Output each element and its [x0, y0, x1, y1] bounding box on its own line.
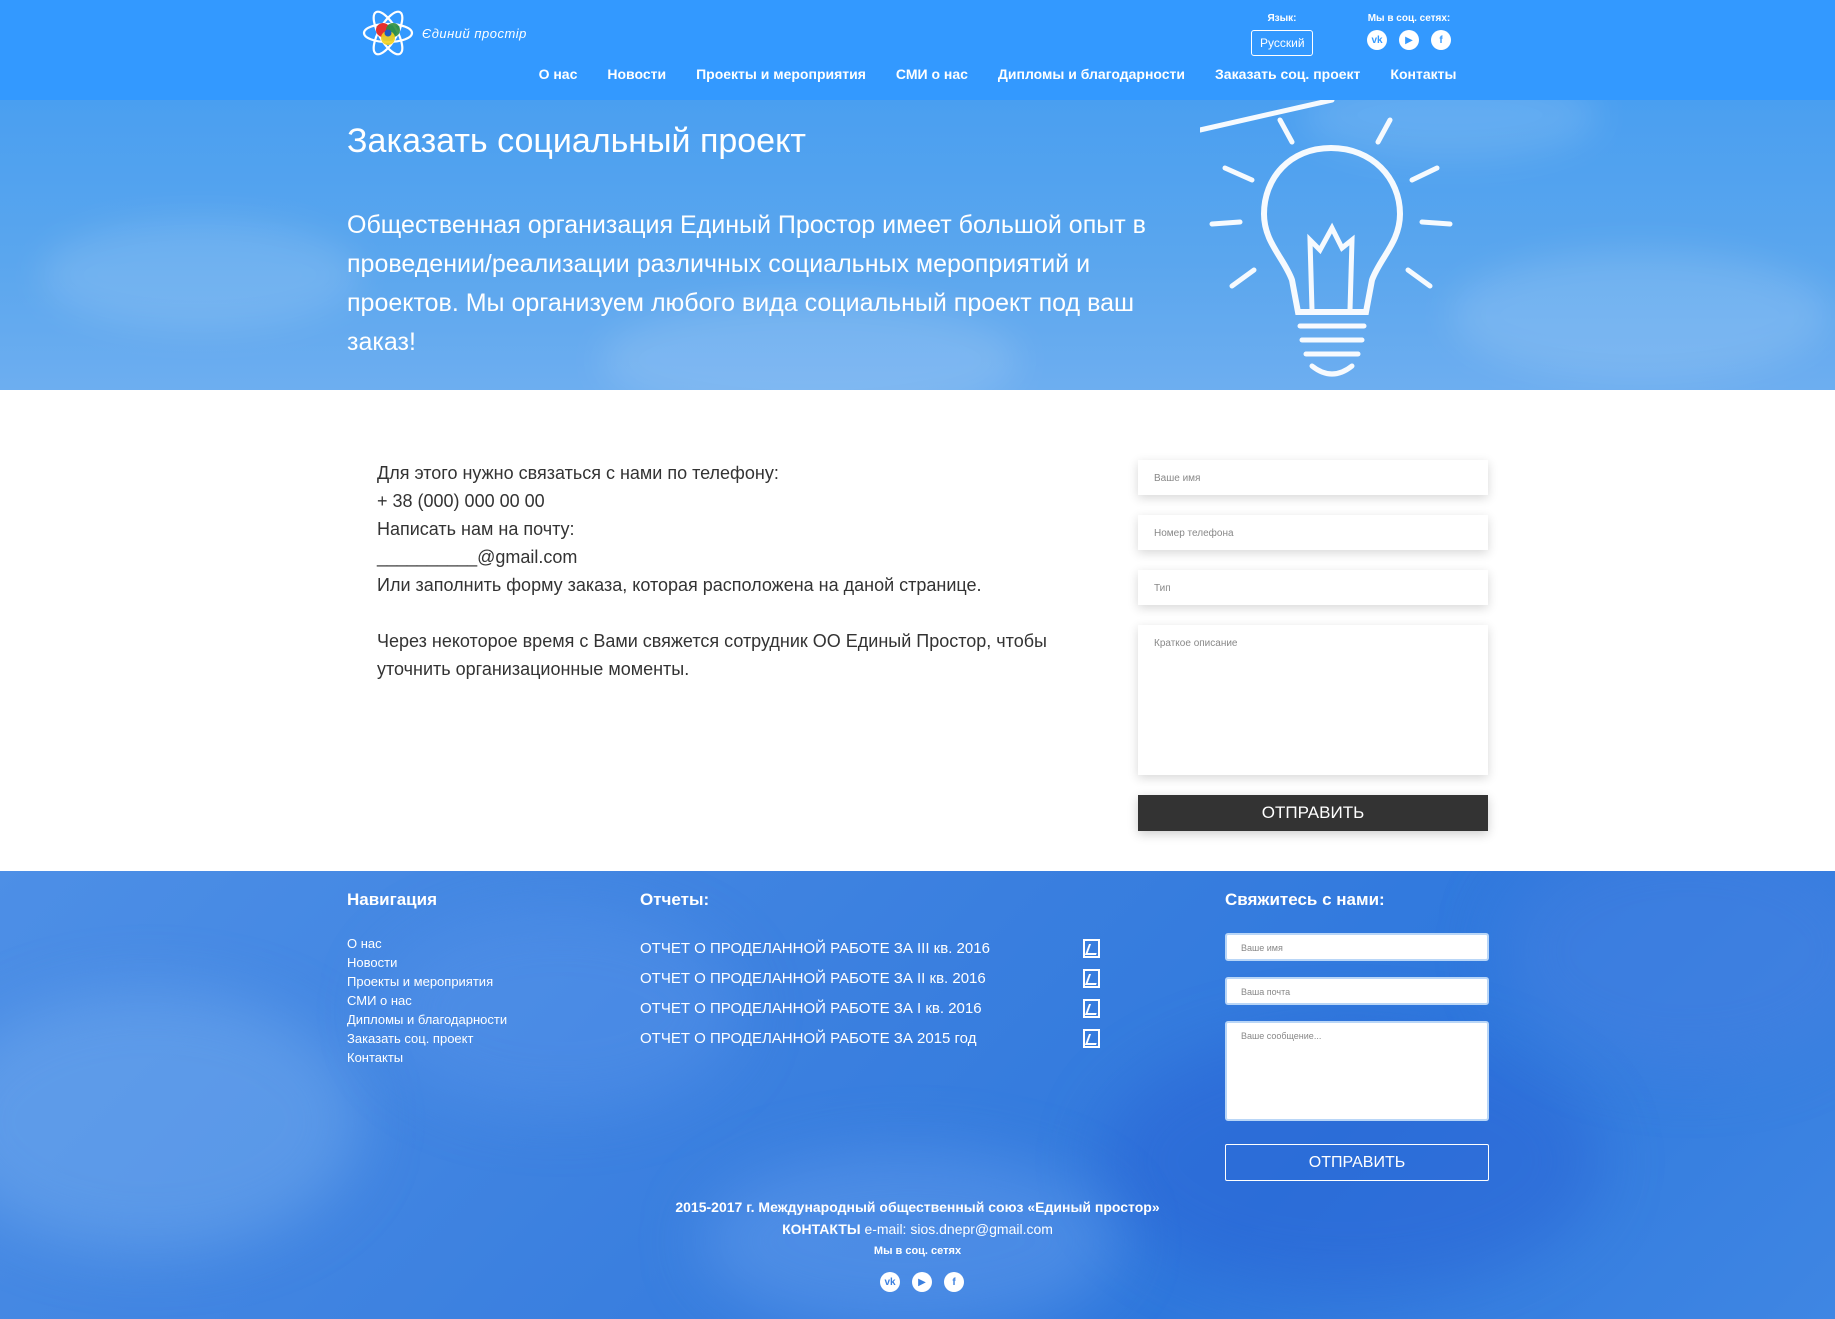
followup-note: Через некоторое время с Вами свяжется со…: [377, 631, 1047, 679]
description-textarea[interactable]: Краткое описание: [1138, 625, 1488, 775]
nav-item-news[interactable]: Новости: [607, 66, 666, 82]
facebook-icon[interactable]: f: [1431, 30, 1451, 50]
nav-item-diplomas[interactable]: Дипломы и благодарности: [998, 66, 1185, 82]
pdf-icon[interactable]: [1083, 968, 1100, 988]
footer-email-input[interactable]: Ваша почта: [1225, 977, 1489, 1005]
youtube-icon[interactable]: ▶: [912, 1272, 932, 1292]
main-nav: О нас Новости Проекты и мероприятия СМИ …: [0, 66, 1835, 82]
social-label: Мы в соц. сетях:: [1367, 13, 1451, 24]
footer-nav-title: Навигация: [347, 890, 437, 909]
reports-title: Отчеты:: [640, 890, 710, 909]
page-title: Заказать социальный проект: [347, 122, 806, 160]
pdf-icon[interactable]: [1083, 1028, 1100, 1048]
name-input[interactable]: Ваше имя: [1138, 460, 1488, 495]
footer-nav-item-projects[interactable]: Проекты и мероприятия: [347, 972, 507, 991]
footer-nav-item-about[interactable]: О нас: [347, 934, 507, 953]
footer-social-label: Мы в соц. сетях: [873, 1245, 962, 1257]
language-label: Язык:: [1267, 13, 1297, 24]
footer-submit-button[interactable]: ОТПРАВИТЬ: [1225, 1144, 1489, 1181]
atom-logo-icon: [360, 8, 416, 58]
footer-nav-item-news[interactable]: Новости: [347, 953, 507, 972]
email-address: __________@gmail.com: [377, 547, 578, 567]
pdf-icon[interactable]: [1083, 938, 1100, 958]
report-item[interactable]: ОТЧЕТ О ПРОДЕЛАННОЙ РАБОТЕ ЗА 2015 год: [640, 1023, 1100, 1053]
footer-social: vk ▶ f: [880, 1272, 964, 1292]
hero-banner: Заказать социальный проект Общественная …: [0, 100, 1835, 390]
nav-item-order-project[interactable]: Заказать соц. проект: [1215, 66, 1360, 82]
contact-info: Для этого нужно связаться с нами по теле…: [377, 459, 1077, 683]
contacts-email[interactable]: e-mail: sios.dnepr@gmail.com: [864, 1221, 1053, 1237]
youtube-icon[interactable]: ▶: [1399, 30, 1419, 50]
vk-icon[interactable]: vk: [1367, 30, 1387, 50]
report-link[interactable]: ОТЧЕТ О ПРОДЕЛАННОЙ РАБОТЕ ЗА II кв. 201…: [640, 970, 986, 987]
email-intro: Написать нам на почту:: [377, 519, 575, 539]
language-switcher: Язык: Русский: [1251, 13, 1313, 56]
footer-contacts: КОНТАКТЫ e-mail: sios.dnepr@gmail.com: [0, 1218, 1835, 1240]
pdf-icon[interactable]: [1083, 998, 1100, 1018]
type-input[interactable]: Тип: [1138, 570, 1488, 605]
footer-message-textarea[interactable]: Ваше сообщение...: [1225, 1021, 1489, 1121]
nav-item-projects[interactable]: Проекты и мероприятия: [696, 66, 866, 82]
contact-title: Свяжитесь с нами:: [1225, 890, 1385, 909]
site-header: Єдиний простір Язык: Русский Мы в соц. с…: [0, 0, 1835, 100]
header-social: Мы в соц. сетях: vk ▶ f: [1367, 13, 1451, 50]
hero-description: Общественная организация Единый Простор …: [347, 211, 1146, 356]
footer-contact-form: Ваше имя Ваша почта Ваше сообщение... ОТ…: [1225, 933, 1489, 1181]
report-item[interactable]: ОТЧЕТ О ПРОДЕЛАННОЙ РАБОТЕ ЗА III кв. 20…: [640, 933, 1100, 963]
phone-input[interactable]: Номер телефона: [1138, 515, 1488, 550]
phone-intro: Для этого нужно связаться с нами по теле…: [377, 463, 779, 483]
copyright: 2015-2017 г. Международный общественный …: [0, 1196, 1835, 1240]
form-hint: Или заполнить форму заказа, которая расп…: [377, 575, 982, 595]
facebook-icon[interactable]: f: [944, 1272, 964, 1292]
vk-icon[interactable]: vk: [880, 1272, 900, 1292]
report-item[interactable]: ОТЧЕТ О ПРОДЕЛАННОЙ РАБОТЕ ЗА II кв. 201…: [640, 963, 1100, 993]
footer-nav-item-diplomas[interactable]: Дипломы и благодарности: [347, 1010, 507, 1029]
report-link[interactable]: ОТЧЕТ О ПРОДЕЛАННОЙ РАБОТЕ ЗА 2015 год: [640, 1030, 976, 1047]
footer-nav-item-contacts[interactable]: Контакты: [347, 1048, 507, 1067]
footer-nav: О нас Новости Проекты и мероприятия СМИ …: [347, 934, 507, 1067]
submit-button[interactable]: ОТПРАВИТЬ: [1138, 795, 1488, 831]
language-select[interactable]: Русский: [1251, 30, 1313, 56]
order-form: Ваше имя Номер телефона Тип Краткое опис…: [1138, 460, 1488, 831]
phone-number: + 38 (000) 000 00 00: [377, 491, 545, 511]
footer-name-input[interactable]: Ваше имя: [1225, 933, 1489, 961]
report-link[interactable]: ОТЧЕТ О ПРОДЕЛАННОЙ РАБОТЕ ЗА I кв. 2016: [640, 1000, 982, 1017]
nav-item-contacts[interactable]: Контакты: [1390, 66, 1456, 82]
contacts-label: КОНТАКТЫ: [782, 1221, 861, 1237]
footer-nav-item-order-project[interactable]: Заказать соц. проект: [347, 1029, 507, 1048]
footer-nav-item-media[interactable]: СМИ о нас: [347, 991, 507, 1010]
copyright-text: 2015-2017 г. Международный общественный …: [675, 1199, 1160, 1215]
report-link[interactable]: ОТЧЕТ О ПРОДЕЛАННОЙ РАБОТЕ ЗА III кв. 20…: [640, 940, 990, 957]
logo-text: Єдиний простір: [422, 25, 527, 41]
report-item[interactable]: ОТЧЕТ О ПРОДЕЛАННОЙ РАБОТЕ ЗА I кв. 2016: [640, 993, 1100, 1023]
reports-list: ОТЧЕТ О ПРОДЕЛАННОЙ РАБОТЕ ЗА III кв. 20…: [640, 933, 1100, 1053]
nav-item-about[interactable]: О нас: [539, 66, 578, 82]
logo[interactable]: Єдиний простір: [360, 8, 527, 58]
lightbulb-icon: [1197, 100, 1460, 390]
nav-item-media[interactable]: СМИ о нас: [896, 66, 968, 82]
